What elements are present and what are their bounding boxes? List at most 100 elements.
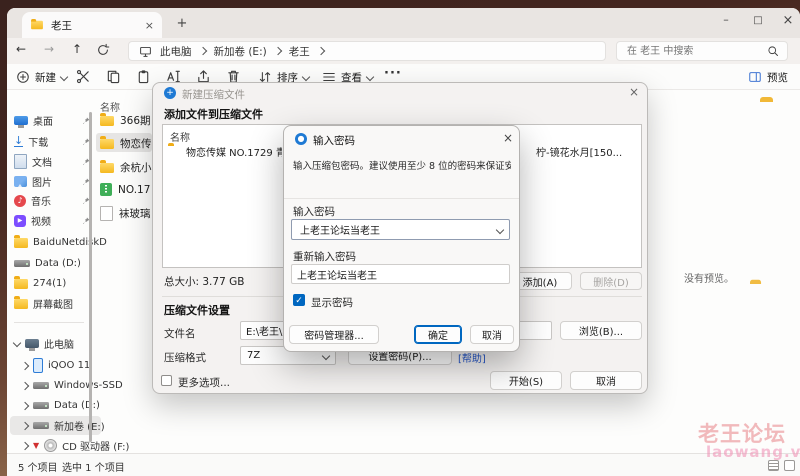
watermark-url: laowang.vip <box>706 443 800 461</box>
sidebar-item-pictures[interactable]: 图片 <box>10 172 93 191</box>
more-options-checkbox[interactable] <box>161 375 172 386</box>
status-selected-count: 选中 1 个项目 <box>62 459 125 474</box>
up-button[interactable]: ↑ <box>68 42 86 60</box>
sidebar-item-new-volume-e[interactable]: 新加卷 (E:) <box>10 416 101 435</box>
videos-icon: ▶ <box>14 215 26 227</box>
breadcrumb-this-pc[interactable]: 此电脑 <box>160 44 192 59</box>
sidebar-item-274[interactable]: 274(1) <box>10 274 93 293</box>
chevron-down-icon <box>366 73 374 81</box>
sidebar-item-label: 文档 <box>32 154 52 169</box>
search-box[interactable] <box>616 41 788 61</box>
refresh-icon <box>96 43 110 57</box>
close-button[interactable]: × <box>776 10 800 32</box>
file-row[interactable]: 366期 <box>100 113 151 128</box>
copy-icon <box>106 69 121 84</box>
file-row[interactable]: NO.17 <box>100 183 150 196</box>
tab-close-icon[interactable]: × <box>145 19 154 32</box>
password-cancel-button[interactable]: 取消 <box>470 325 514 344</box>
password-dialog-icon: ● <box>295 133 307 145</box>
breadcrumb-folder[interactable]: 老王 <box>289 44 310 59</box>
sidebar-item-music[interactable]: ♪ 音乐 <box>10 191 93 210</box>
maximize-button[interactable]: □ <box>744 10 772 32</box>
forward-button[interactable]: → <box>40 42 58 60</box>
breadcrumb-separator-icon <box>198 47 206 55</box>
remove-files-button[interactable]: 删除(D) <box>580 272 642 290</box>
archive-dialog-close-icon[interactable]: × <box>626 84 642 100</box>
confirm-password-input[interactable] <box>291 264 510 284</box>
sidebar-item-windows-ssd[interactable]: Windows-SSD <box>10 376 101 395</box>
sidebar-item-label: BaiduNetdiskD <box>33 237 107 248</box>
sidebar-item-screenshots[interactable]: 屏幕截图 <box>10 294 93 313</box>
new-button-label: 新建 <box>35 70 56 85</box>
format-value: 7Z <box>247 350 260 361</box>
search-input[interactable] <box>625 45 759 58</box>
expander-right-icon[interactable] <box>21 421 29 429</box>
view-details-toggle[interactable] <box>768 460 779 471</box>
sidebar-item-baidunetdisk[interactable]: BaiduNetdiskD <box>10 233 93 252</box>
expander-right-icon[interactable] <box>21 361 29 369</box>
sidebar-item-label: 274(1) <box>33 278 66 289</box>
help-link[interactable]: [帮助] <box>458 350 486 365</box>
expander-right-icon[interactable] <box>21 441 29 449</box>
sidebar-item-data-d[interactable]: Data (D:) <box>10 254 93 273</box>
breadcrumb-drive[interactable]: 新加卷 (E:) <box>214 44 267 59</box>
sidebar-item-documents[interactable]: 文档 <box>10 152 93 171</box>
password-manager-button[interactable]: 密码管理器... <box>289 325 379 344</box>
column-header-name[interactable]: 名称 <box>100 99 120 114</box>
archive-cancel-button[interactable]: 取消 <box>570 371 642 390</box>
expander-right-icon[interactable] <box>21 401 29 409</box>
file-row[interactable]: 袜玻璃 <box>100 206 151 221</box>
new-tab-button[interactable]: + <box>172 14 192 34</box>
drive-icon <box>33 422 49 429</box>
preview-toggle-button[interactable]: 预览 <box>748 68 788 86</box>
expander-down-icon[interactable] <box>13 338 21 346</box>
paste-button[interactable] <box>136 69 151 84</box>
sidebar-scrollbar[interactable] <box>89 112 92 442</box>
copy-button[interactable] <box>106 69 121 84</box>
file-row-selected[interactable]: 物恋传 <box>100 136 152 151</box>
show-password-checkbox[interactable]: ✓ <box>293 294 305 306</box>
sidebar-item-downloads[interactable]: ↓ 下载 <box>10 132 93 151</box>
search-icon <box>767 45 779 57</box>
sidebar-item-data-d-drive[interactable]: Data (D:) <box>10 396 101 415</box>
refresh-button[interactable] <box>96 43 112 59</box>
sidebar-item-this-pc[interactable]: 此电脑 <box>10 334 93 353</box>
folder-icon <box>14 279 28 289</box>
breadcrumb[interactable]: 此电脑 新加卷 (E:) 老王 <box>128 41 606 61</box>
folder-icon <box>100 139 114 149</box>
breadcrumb-separator-icon <box>316 47 324 55</box>
drive-icon <box>33 402 49 409</box>
cut-button[interactable] <box>76 69 91 84</box>
sidebar-item-desktop[interactable]: 桌面 <box>10 111 93 130</box>
file-name: NO.17 <box>118 184 150 196</box>
chevron-down-icon <box>322 351 330 359</box>
file-name: 366期 <box>120 113 151 128</box>
view-thumbnails-toggle[interactable] <box>784 460 795 471</box>
sidebar-item-cd-drive[interactable]: ▼ CD 驱动器 (F:) <box>10 436 101 455</box>
password-input[interactable] <box>298 223 487 236</box>
password-combo[interactable] <box>291 219 510 240</box>
sidebar-item-videos[interactable]: ▶ 视频 <box>10 211 93 230</box>
archive-list-file-name-tail: 柠-镜花水月[150... <box>536 144 622 159</box>
documents-icon <box>14 154 27 169</box>
more-button[interactable]: ··· <box>384 66 402 81</box>
sidebar-item-label: 屏幕截图 <box>33 296 73 311</box>
back-button[interactable]: ← <box>12 42 30 60</box>
start-button[interactable]: 开始(S) <box>490 371 562 390</box>
sidebar-item-label: 视频 <box>31 213 51 228</box>
password-dialog-close-icon[interactable]: × <box>500 130 516 146</box>
sidebar-item-label: Data (D:) <box>35 258 81 269</box>
expander-right-icon[interactable] <box>21 381 29 389</box>
chevron-down-icon <box>60 73 68 81</box>
preview-pane-icon <box>748 70 762 84</box>
ok-button[interactable]: 确定 <box>414 325 462 344</box>
archive-list-file-name: 物恋传媒 NO.1729 青柠-镜花 <box>186 144 282 159</box>
file-row[interactable]: 余杭小 <box>100 160 152 175</box>
tab-laowang[interactable]: 老王 × <box>22 12 162 38</box>
minimize-button[interactable]: – <box>712 10 740 32</box>
browse-button[interactable]: 浏览(B)... <box>560 321 642 340</box>
cut-icon <box>76 69 91 84</box>
sidebar-item-iqoo11[interactable]: iQOO 11 <box>10 356 101 375</box>
sidebar-item-label: 此电脑 <box>44 336 74 351</box>
new-button[interactable]: 新建 <box>16 68 67 86</box>
